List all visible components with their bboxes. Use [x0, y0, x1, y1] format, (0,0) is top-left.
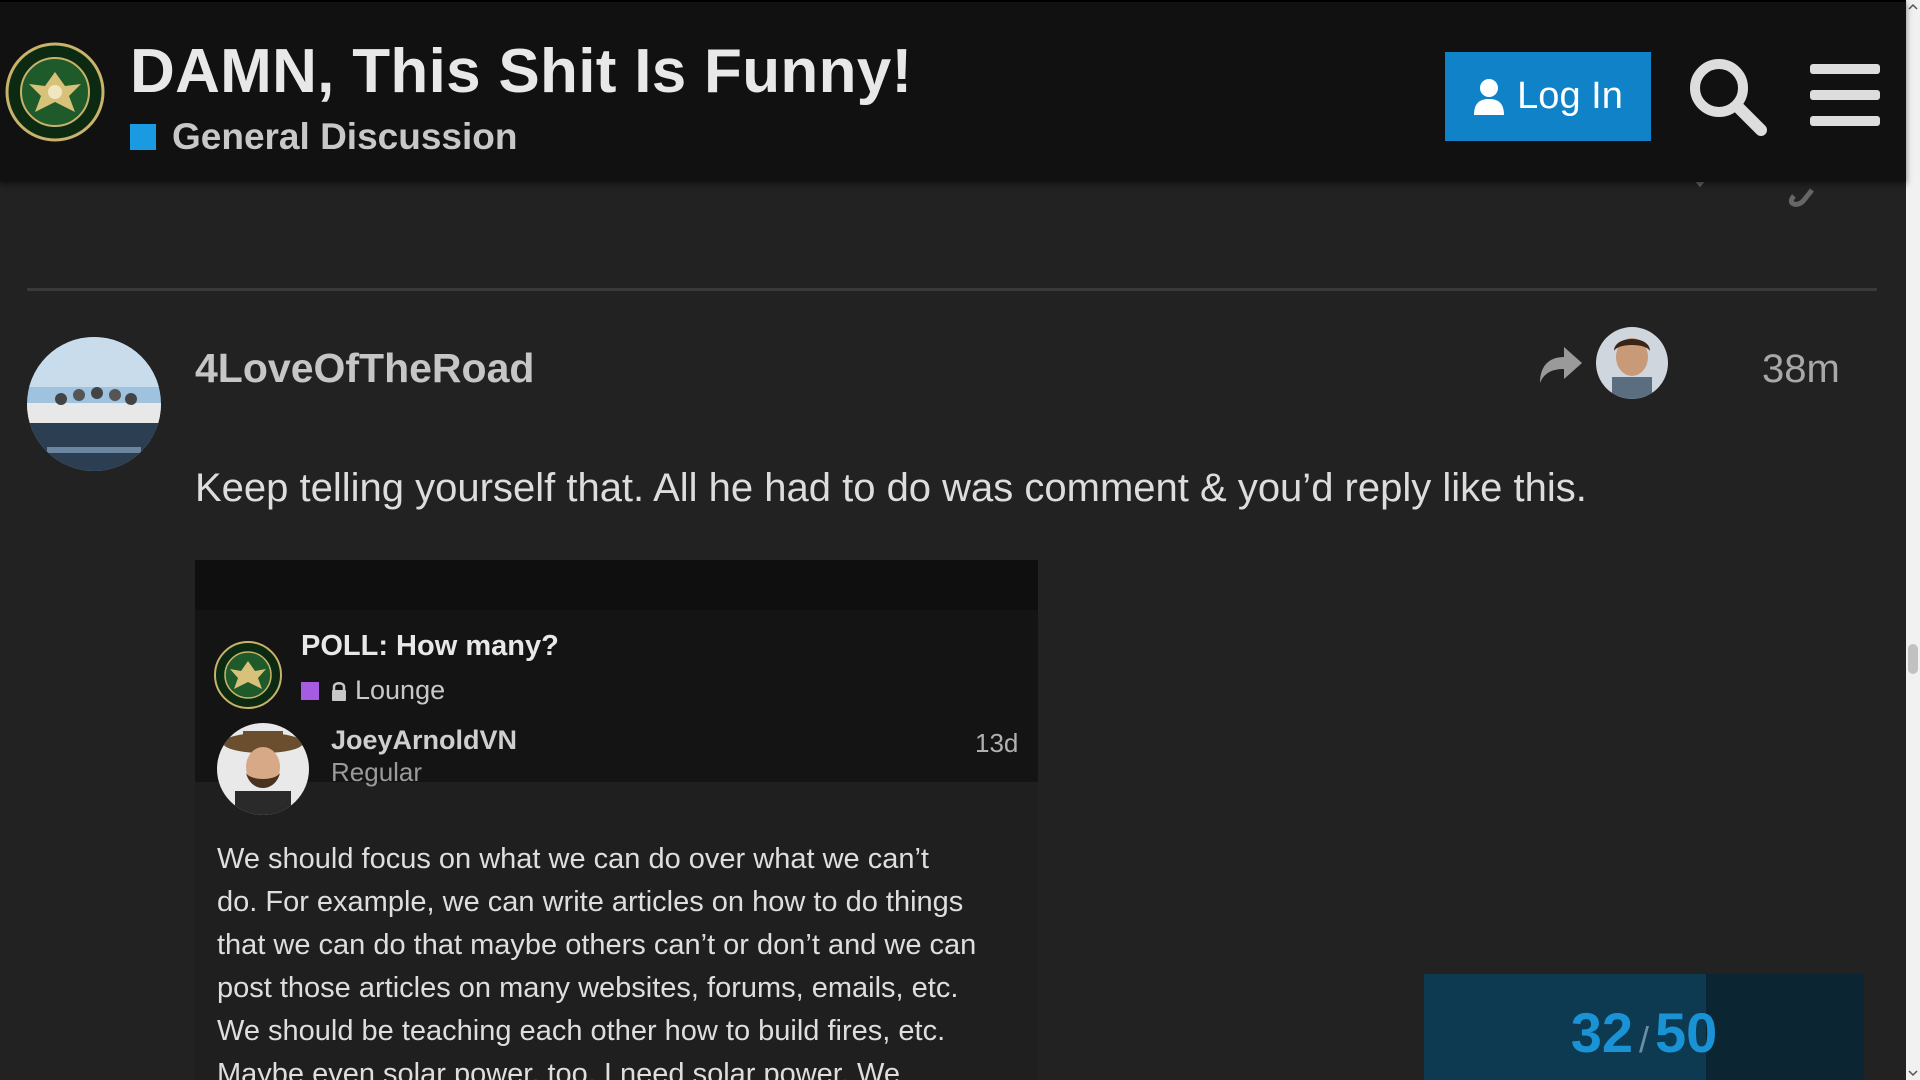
- topic-progress-counter: 32/50: [1424, 1000, 1864, 1065]
- reply-avatar-image: [1596, 327, 1668, 399]
- embed-text-line: Maybe even solar power, too. I need sola…: [217, 1058, 900, 1080]
- embed-text-line: that we can do that maybe others can’t o…: [217, 929, 977, 961]
- user-icon: [1474, 78, 1505, 115]
- category-link[interactable]: General Discussion: [130, 116, 517, 158]
- progress-total: 50: [1655, 1001, 1718, 1064]
- embed-text-line: do. For example, we can write articles o…: [217, 886, 964, 918]
- topic-progress[interactable]: 32/50: [1424, 974, 1864, 1080]
- site-header: DAMN, This Shit Is Funny! General Discus…: [0, 0, 1906, 182]
- progress-separator: /: [1638, 1019, 1649, 1060]
- topic-title[interactable]: DAMN, This Shit Is Funny!: [130, 36, 912, 107]
- post-username[interactable]: 4LoveOfTheRoad: [195, 345, 534, 392]
- embed-top-bar: [195, 560, 1038, 610]
- embed-post-text: We should focus on what we can do over w…: [217, 838, 1017, 1080]
- embed-text-line: We should be teaching each other how to …: [217, 1015, 946, 1047]
- embed-topic-title: POLL: How many?: [301, 630, 559, 662]
- embedded-screenshot[interactable]: POLL: How many? Lounge JoeyArnoldVN Regu…: [195, 560, 1038, 1080]
- post-divider: [27, 288, 1877, 291]
- site-logo-icon[interactable]: [5, 42, 105, 142]
- reply-to-avatar[interactable]: [1596, 327, 1668, 399]
- embed-text-line: We should focus on what we can do over w…: [217, 843, 929, 875]
- hamburger-menu-icon[interactable]: [1810, 62, 1880, 128]
- embed-site-logo-icon: [214, 641, 282, 709]
- avatar-image: [27, 337, 161, 471]
- embed-text-line: post those articles on many websites, fo…: [217, 972, 959, 1004]
- user-avatar[interactable]: [27, 337, 161, 471]
- embed-author-role: Regular: [331, 757, 423, 787]
- login-label: Log In: [1517, 75, 1623, 117]
- search-icon[interactable]: [1685, 54, 1769, 138]
- embed-category-color-badge: [301, 681, 319, 700]
- scroll-down-arrow-icon[interactable]: [1908, 1068, 1918, 1078]
- scrollbar-thumb[interactable]: [1908, 644, 1918, 674]
- embed-post-time: 13d: [975, 728, 1019, 758]
- page-scrollbar[interactable]: [1906, 0, 1920, 1080]
- category-color-badge: [130, 124, 156, 150]
- post-date[interactable]: 38m: [1762, 347, 1840, 392]
- login-button[interactable]: Log In: [1445, 52, 1651, 141]
- post-body: Keep telling yourself that. All he had t…: [195, 466, 1587, 510]
- category-name: General Discussion: [172, 116, 518, 157]
- embed-category-name: Lounge: [355, 675, 446, 705]
- embed-author-avatar-image: [217, 723, 309, 815]
- progress-current: 32: [1570, 1001, 1633, 1064]
- reply-arrow-icon[interactable]: [1538, 345, 1584, 385]
- embed-category: Lounge: [301, 675, 445, 706]
- lock-icon: [332, 681, 346, 701]
- embed-author-name: JoeyArnoldVN: [331, 725, 518, 755]
- scroll-up-arrow-icon[interactable]: [1908, 2, 1918, 12]
- embed-author-avatar: [217, 723, 309, 815]
